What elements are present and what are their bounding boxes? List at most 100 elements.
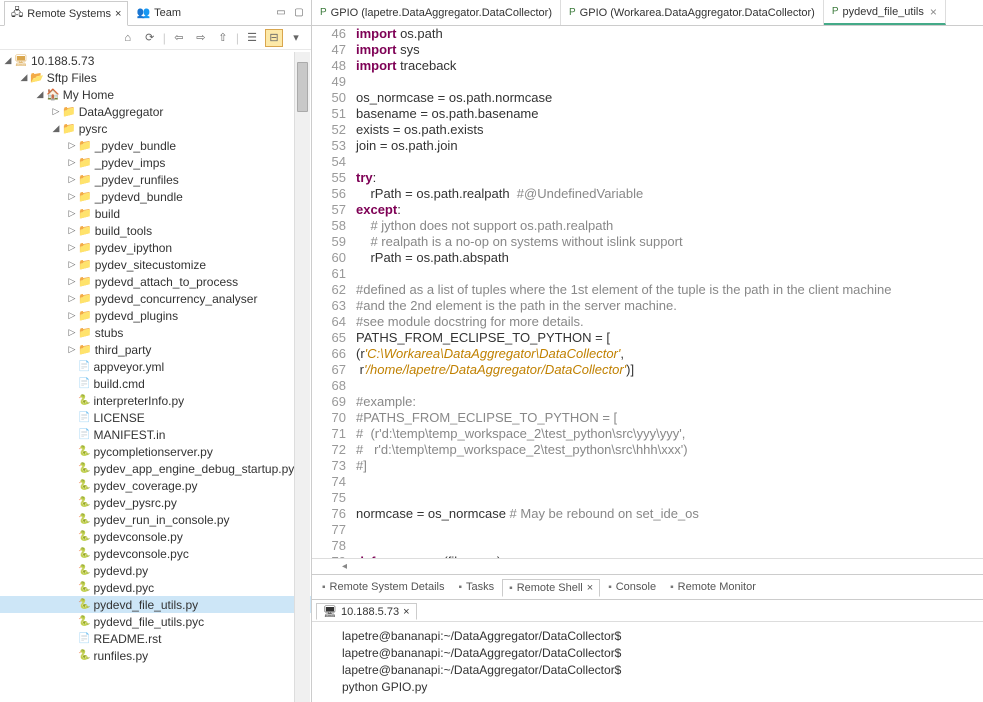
python-icon: P [569, 7, 576, 18]
tree-node[interactable]: ▷📁stubs [0, 324, 311, 341]
twist-icon[interactable]: ▷ [66, 225, 78, 236]
tree-label: pydevd_file_utils.pyc [93, 615, 204, 629]
tree-node[interactable]: ◢🖥10.188.5.73 [0, 52, 311, 69]
tree-node[interactable]: ▷📁pydevd_attach_to_process [0, 273, 311, 290]
right-panel: PGPIO (lapetre.DataAggregator.DataCollec… [312, 0, 983, 702]
twist-icon[interactable]: ▷ [66, 344, 78, 355]
left-panel: 🖧 Remote Systems × 👥 Team ▭ ▢ ⌂ ⟳ | ⇦ ⇨ … [0, 0, 312, 702]
maximize-icon[interactable]: ▢ [291, 5, 307, 21]
close-icon[interactable]: × [115, 8, 121, 20]
editor-tab-label: pydevd_file_utils [843, 6, 924, 18]
editor-tab[interactable]: PGPIO (Workarea.DataAggregator.DataColle… [561, 0, 824, 25]
tree-node[interactable]: ▷📁pydevd_plugins [0, 307, 311, 324]
bottom-tab[interactable]: ▪Remote Monitor [664, 579, 762, 595]
tree-node[interactable]: 🐍pydev_coverage.py [0, 477, 311, 494]
tree-node[interactable]: 🐍pydevd.pyc [0, 579, 311, 596]
tree-node[interactable]: ▷📁third_party [0, 341, 311, 358]
twist-icon[interactable]: ▷ [50, 106, 62, 117]
tree-node[interactable]: 🐍pydev_run_in_console.py [0, 511, 311, 528]
tree-node[interactable]: 📄README.rst [0, 630, 311, 647]
tree-node[interactable]: ◢🏠My Home [0, 86, 311, 103]
tree-node[interactable]: 🐍pydevconsole.py [0, 528, 311, 545]
bottom-tab[interactable]: ▪Console [602, 579, 662, 595]
shell-session-tab[interactable]: 🖥 10.188.5.73 × [316, 603, 417, 620]
tree-node[interactable]: 🐍pydev_pysrc.py [0, 494, 311, 511]
refresh-icon[interactable]: ⟳ [141, 29, 159, 47]
minimize-icon[interactable]: ▭ [273, 5, 289, 21]
up-icon[interactable]: ⇧ [214, 29, 232, 47]
editor-tab[interactable]: Ppydevd_file_utils × [824, 0, 946, 25]
twist-icon[interactable]: ▷ [66, 276, 78, 287]
twist-icon[interactable]: ▷ [66, 242, 78, 253]
python-icon: P [832, 6, 839, 17]
twist-icon[interactable]: ▷ [66, 140, 78, 151]
tree-node[interactable]: ▷📁build [0, 205, 311, 222]
tree-node[interactable]: ▷📁build_tools [0, 222, 311, 239]
hscroll-left-icon[interactable]: ◂ [342, 561, 347, 572]
tree-node[interactable]: 🐍pydevd.py [0, 562, 311, 579]
file-icon: 📄 [78, 429, 90, 440]
twist-icon[interactable]: ▷ [66, 327, 78, 338]
close-icon[interactable]: × [403, 606, 409, 618]
bottom-tab-label: Remote System Details [330, 581, 445, 593]
twist-icon[interactable]: ◢ [34, 89, 46, 100]
tree-node[interactable]: ▷📁_pydev_runfiles [0, 171, 311, 188]
tree-node[interactable]: 📄build.cmd [0, 375, 311, 392]
tree-node[interactable]: 🐍pycompletionserver.py [0, 443, 311, 460]
tab-team[interactable]: 👥 Team [130, 4, 187, 21]
tree-label: pydev_run_in_console.py [93, 513, 229, 527]
tree-node[interactable]: 🐍pydevd_file_utils.py [0, 596, 311, 613]
tree-label: _pydevd_bundle [95, 190, 183, 204]
tree-label: LICENSE [93, 411, 144, 425]
tree-label: third_party [95, 343, 152, 357]
tree-node[interactable]: ▷📁_pydev_bundle [0, 137, 311, 154]
tree-node[interactable]: 📄LICENSE [0, 409, 311, 426]
forward-icon[interactable]: ⇨ [192, 29, 210, 47]
twist-icon[interactable]: ▷ [66, 191, 78, 202]
list-icon[interactable]: ☰ [243, 29, 261, 47]
home-icon[interactable]: ⌂ [119, 29, 137, 47]
tree-node[interactable]: ▷📁DataAggregator [0, 103, 311, 120]
twist-icon[interactable]: ◢ [18, 72, 30, 83]
code-area[interactable]: import os.pathimport sysimport traceback… [352, 26, 983, 558]
tree-node[interactable]: ▷📁pydevd_concurrency_analyser [0, 290, 311, 307]
tree-node[interactable]: ▷📁pydev_ipython [0, 239, 311, 256]
twist-icon[interactable]: ▷ [66, 208, 78, 219]
shell-output[interactable]: lapetre@bananapi:~/DataAggregator/DataCo… [312, 622, 983, 702]
bottom-tab[interactable]: ▪Remote System Details [316, 579, 450, 595]
tree-node[interactable]: 🐍pydev_app_engine_debug_startup.py [0, 460, 311, 477]
tree-scrollbar[interactable] [294, 52, 310, 702]
back-icon[interactable]: ⇦ [170, 29, 188, 47]
twist-icon[interactable]: ◢ [2, 55, 14, 66]
tree-node[interactable]: ▷📁_pydev_imps [0, 154, 311, 171]
close-icon[interactable]: × [930, 5, 937, 19]
twist-icon[interactable]: ▷ [66, 174, 78, 185]
twist-icon[interactable]: ▷ [66, 293, 78, 304]
twist-icon[interactable]: ▷ [66, 259, 78, 270]
scrollbar-thumb[interactable] [297, 62, 308, 112]
menu-icon[interactable]: ▾ [287, 29, 305, 47]
code-editor[interactable]: 4647484950515253545556575859606162636465… [312, 26, 983, 558]
bottom-tab[interactable]: ▪Tasks [452, 579, 500, 595]
twist-icon[interactable]: ◢ [50, 123, 62, 134]
tree-node[interactable]: 🐍pydevd_file_utils.pyc [0, 613, 311, 630]
tree-node[interactable]: ◢📂Sftp Files [0, 69, 311, 86]
twist-icon[interactable]: ▷ [66, 157, 78, 168]
bottom-tab-label: Console [616, 581, 656, 593]
tab-remote-systems[interactable]: 🖧 Remote Systems × [4, 1, 128, 26]
close-icon[interactable]: × [587, 582, 593, 594]
tree-node[interactable]: 🐍interpreterInfo.py [0, 392, 311, 409]
tree-node[interactable]: 📄appveyor.yml [0, 358, 311, 375]
tree-node[interactable]: ▷📁_pydevd_bundle [0, 188, 311, 205]
tree-label: 10.188.5.73 [31, 54, 94, 68]
tree-node[interactable]: ◢📁pysrc [0, 120, 311, 137]
bottom-tab[interactable]: ▪Remote Shell × [502, 579, 600, 597]
collapse-icon[interactable]: ⊟ [265, 29, 283, 47]
editor-tab[interactable]: PGPIO (lapetre.DataAggregator.DataCollec… [312, 0, 561, 25]
tree-node[interactable]: 🐍pydevconsole.pyc [0, 545, 311, 562]
tree-node[interactable]: 🐍runfiles.py [0, 647, 311, 664]
tree-node[interactable]: 📄MANIFEST.in [0, 426, 311, 443]
tree-node[interactable]: ▷📁pydev_sitecustomize [0, 256, 311, 273]
twist-icon[interactable]: ▷ [66, 310, 78, 321]
file-tree[interactable]: ◢🖥10.188.5.73◢📂Sftp Files◢🏠My Home▷📁Data… [0, 50, 311, 702]
